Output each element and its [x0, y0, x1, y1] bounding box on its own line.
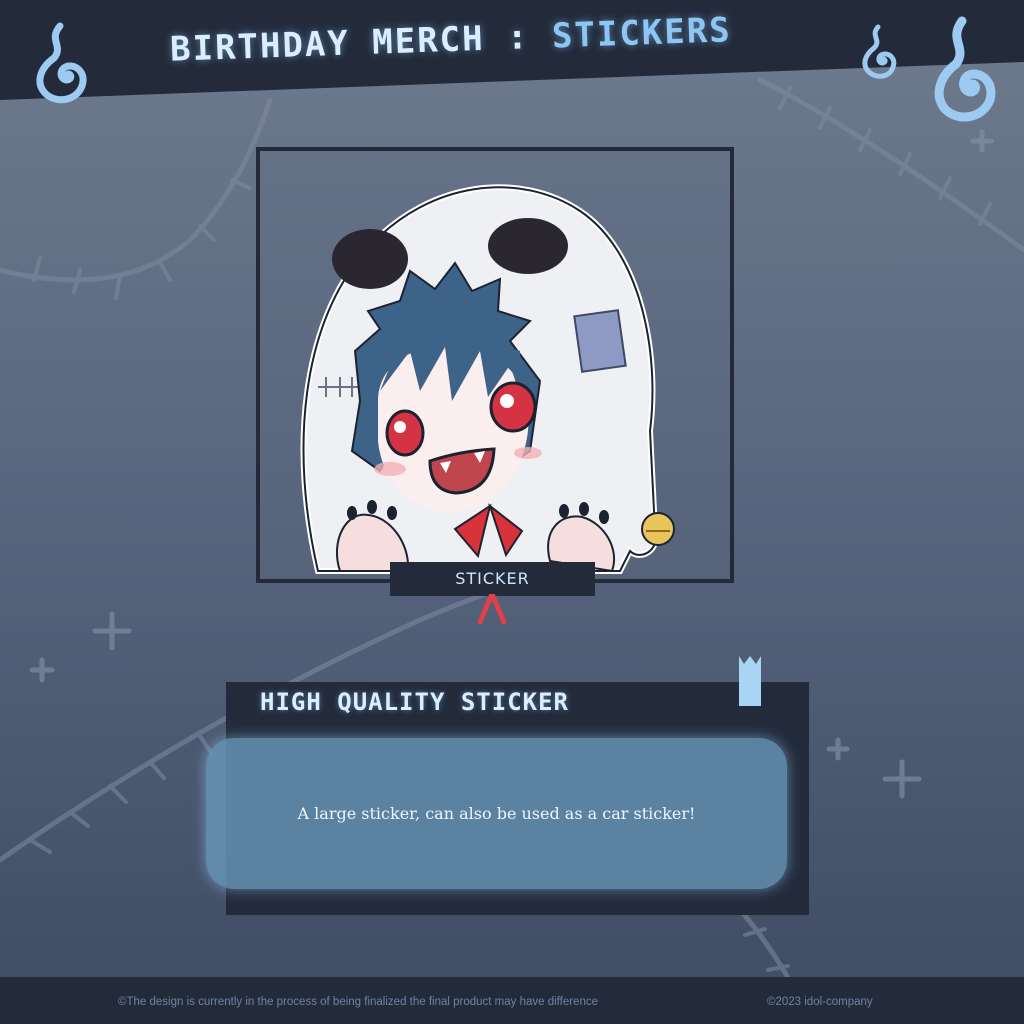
- spirit-flame-large-icon: [934, 16, 996, 122]
- title-separator: :: [506, 17, 531, 59]
- footer-copyright: ©2023 idol-company: [767, 996, 873, 1008]
- chibi-ghost-hood-character-illustration: [300, 184, 675, 574]
- sticker-image-frame: [256, 147, 734, 583]
- description-text: A large sticker, can also be used as a c…: [297, 804, 696, 823]
- spirit-flame-small-icon: [862, 24, 897, 79]
- footer-disclaimer: ©The design is currently in the process …: [118, 996, 599, 1008]
- info-title: HIGH QUALITY STICKER: [260, 688, 569, 716]
- merch-page: BIRTHDAY MERCH : STICKERS STICKER HIGH Q…: [0, 0, 1024, 1024]
- title-part-2: STICKERS: [551, 10, 733, 57]
- bookmark-icon: [739, 656, 761, 706]
- sticker-tag-label: STICKER: [390, 562, 595, 596]
- ribbon-icon: [477, 594, 507, 625]
- description-box: A large sticker, can also be used as a c…: [206, 738, 787, 889]
- spirit-flame-icon: [36, 22, 87, 104]
